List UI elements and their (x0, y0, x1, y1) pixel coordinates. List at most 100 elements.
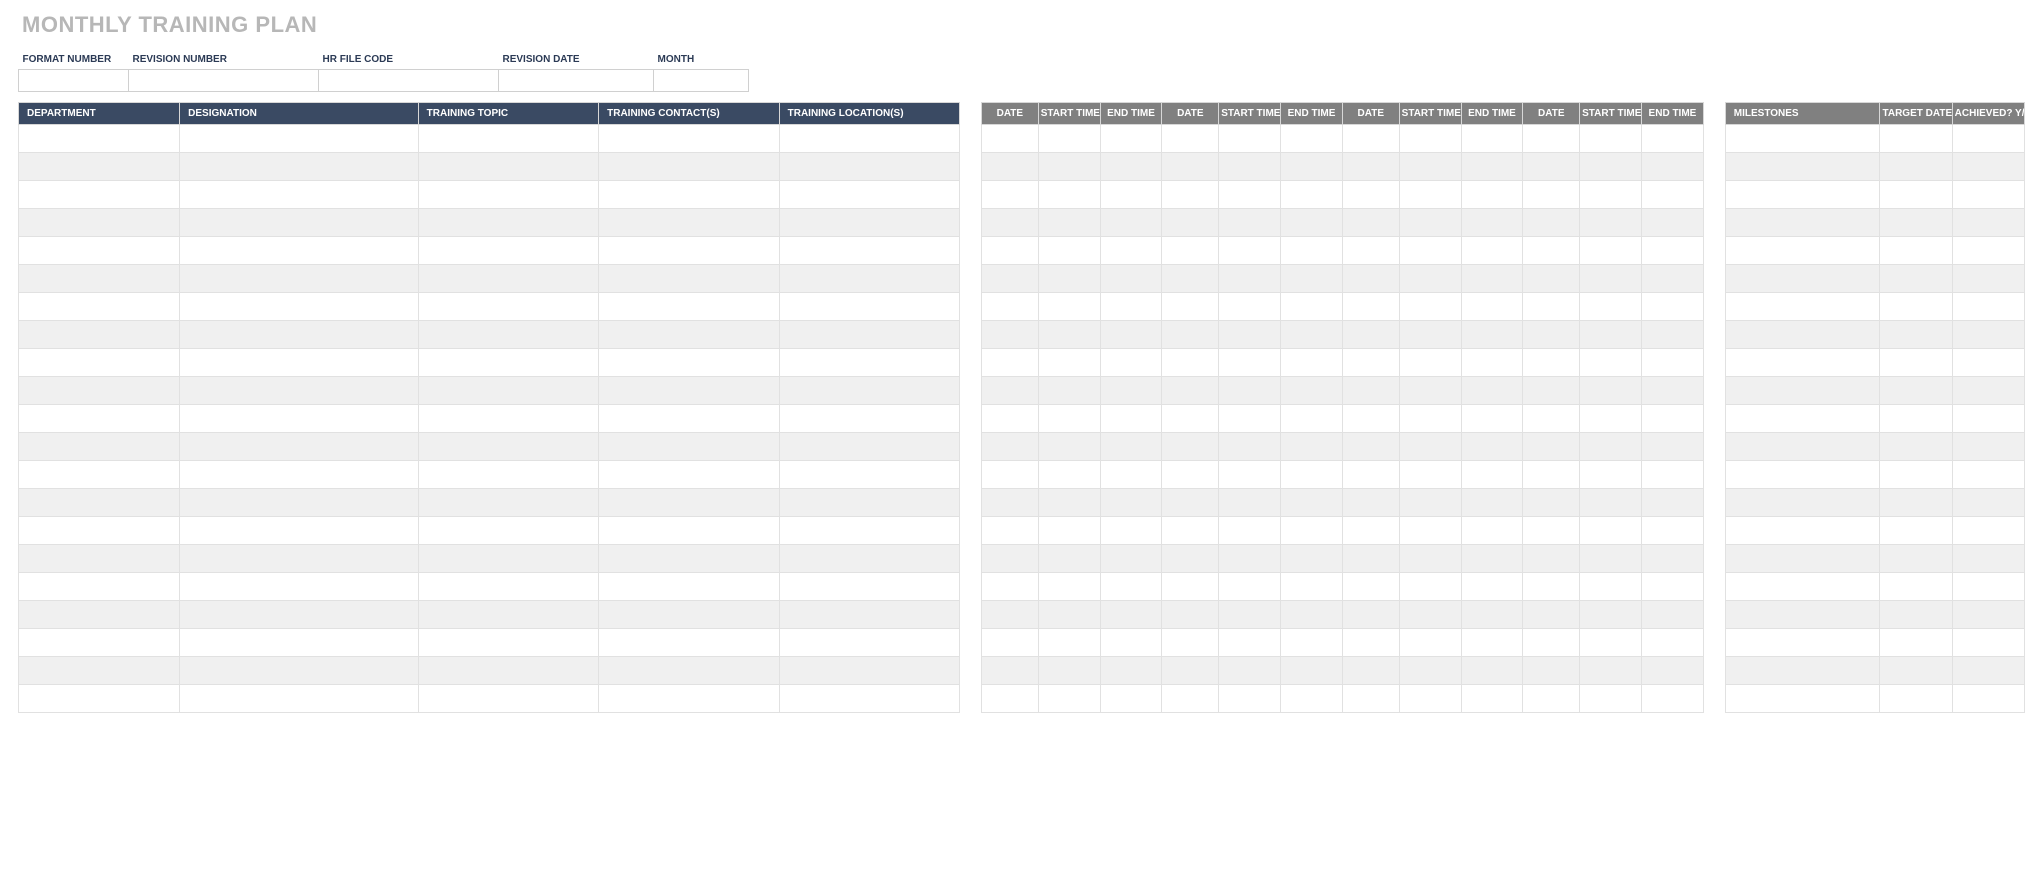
cell-designation[interactable] (180, 517, 419, 545)
cell-training-contacts[interactable] (599, 349, 779, 377)
cell-date-3[interactable] (1523, 125, 1580, 153)
cell-department[interactable] (19, 181, 180, 209)
cell-training-contacts[interactable] (599, 181, 779, 209)
cell-date-2[interactable] (1342, 209, 1399, 237)
cell-achieved[interactable] (1952, 265, 2024, 293)
cell-target-date[interactable] (1880, 433, 1952, 461)
cell-training-topic[interactable] (418, 685, 598, 713)
cell-achieved[interactable] (1952, 209, 2024, 237)
cell-start-time-1[interactable] (1219, 685, 1281, 713)
cell-end-time-3[interactable] (1642, 293, 1704, 321)
cell-end-time-3[interactable] (1642, 349, 1704, 377)
cell-date-2[interactable] (1342, 545, 1399, 573)
cell-end-time-0[interactable] (1100, 405, 1162, 433)
cell-designation[interactable] (180, 349, 419, 377)
cell-end-time-2[interactable] (1461, 489, 1523, 517)
cell-date-1[interactable] (1162, 685, 1219, 713)
cell-start-time-3[interactable] (1580, 237, 1642, 265)
cell-end-time-3[interactable] (1642, 601, 1704, 629)
cell-training-locations[interactable] (779, 209, 959, 237)
cell-end-time-2[interactable] (1461, 433, 1523, 461)
cell-end-time-1[interactable] (1281, 265, 1343, 293)
cell-date-3[interactable] (1523, 349, 1580, 377)
cell-training-topic[interactable] (418, 125, 598, 153)
cell-start-time-3[interactable] (1580, 125, 1642, 153)
cell-date-1[interactable] (1162, 433, 1219, 461)
cell-target-date[interactable] (1880, 461, 1952, 489)
cell-end-time-1[interactable] (1281, 573, 1343, 601)
cell-training-locations[interactable] (779, 125, 959, 153)
cell-department[interactable] (19, 517, 180, 545)
cell-milestones[interactable] (1725, 489, 1880, 517)
cell-end-time-3[interactable] (1642, 405, 1704, 433)
cell-end-time-0[interactable] (1100, 545, 1162, 573)
cell-department[interactable] (19, 545, 180, 573)
cell-designation[interactable] (180, 377, 419, 405)
cell-training-topic[interactable] (418, 629, 598, 657)
meta-input-revision-date[interactable] (499, 70, 654, 92)
cell-training-topic[interactable] (418, 153, 598, 181)
cell-target-date[interactable] (1880, 629, 1952, 657)
cell-start-time-0[interactable] (1038, 153, 1100, 181)
cell-start-time-3[interactable] (1580, 573, 1642, 601)
cell-training-contacts[interactable] (599, 293, 779, 321)
cell-end-time-1[interactable] (1281, 433, 1343, 461)
cell-date-0[interactable] (982, 573, 1039, 601)
cell-end-time-0[interactable] (1100, 601, 1162, 629)
cell-date-2[interactable] (1342, 461, 1399, 489)
cell-start-time-0[interactable] (1038, 489, 1100, 517)
cell-start-time-3[interactable] (1580, 321, 1642, 349)
cell-training-topic[interactable] (418, 657, 598, 685)
cell-target-date[interactable] (1880, 377, 1952, 405)
cell-start-time-1[interactable] (1219, 125, 1281, 153)
cell-end-time-1[interactable] (1281, 321, 1343, 349)
cell-target-date[interactable] (1880, 685, 1952, 713)
cell-end-time-2[interactable] (1461, 461, 1523, 489)
cell-start-time-2[interactable] (1399, 685, 1461, 713)
cell-start-time-0[interactable] (1038, 293, 1100, 321)
cell-date-0[interactable] (982, 629, 1039, 657)
cell-end-time-1[interactable] (1281, 517, 1343, 545)
cell-achieved[interactable] (1952, 461, 2024, 489)
cell-milestones[interactable] (1725, 433, 1880, 461)
cell-end-time-2[interactable] (1461, 405, 1523, 433)
cell-training-contacts[interactable] (599, 405, 779, 433)
cell-start-time-0[interactable] (1038, 517, 1100, 545)
cell-date-3[interactable] (1523, 601, 1580, 629)
cell-achieved[interactable] (1952, 489, 2024, 517)
cell-designation[interactable] (180, 433, 419, 461)
cell-training-locations[interactable] (779, 377, 959, 405)
cell-end-time-2[interactable] (1461, 237, 1523, 265)
cell-end-time-0[interactable] (1100, 321, 1162, 349)
cell-end-time-0[interactable] (1100, 377, 1162, 405)
cell-date-3[interactable] (1523, 433, 1580, 461)
cell-training-contacts[interactable] (599, 125, 779, 153)
cell-training-locations[interactable] (779, 293, 959, 321)
cell-end-time-2[interactable] (1461, 293, 1523, 321)
cell-training-locations[interactable] (779, 629, 959, 657)
cell-end-time-1[interactable] (1281, 349, 1343, 377)
cell-start-time-1[interactable] (1219, 209, 1281, 237)
cell-start-time-0[interactable] (1038, 657, 1100, 685)
cell-date-2[interactable] (1342, 433, 1399, 461)
cell-start-time-1[interactable] (1219, 545, 1281, 573)
cell-date-1[interactable] (1162, 461, 1219, 489)
cell-date-0[interactable] (982, 153, 1039, 181)
cell-end-time-0[interactable] (1100, 209, 1162, 237)
cell-end-time-2[interactable] (1461, 181, 1523, 209)
cell-training-topic[interactable] (418, 349, 598, 377)
cell-start-time-2[interactable] (1399, 321, 1461, 349)
cell-training-topic[interactable] (418, 321, 598, 349)
cell-training-contacts[interactable] (599, 629, 779, 657)
cell-end-time-0[interactable] (1100, 657, 1162, 685)
cell-start-time-0[interactable] (1038, 125, 1100, 153)
cell-end-time-3[interactable] (1642, 517, 1704, 545)
cell-target-date[interactable] (1880, 209, 1952, 237)
cell-end-time-0[interactable] (1100, 461, 1162, 489)
cell-training-locations[interactable] (779, 517, 959, 545)
cell-training-contacts[interactable] (599, 601, 779, 629)
cell-date-1[interactable] (1162, 601, 1219, 629)
cell-start-time-0[interactable] (1038, 265, 1100, 293)
cell-achieved[interactable] (1952, 153, 2024, 181)
meta-input-hr-file-code[interactable] (319, 70, 499, 92)
